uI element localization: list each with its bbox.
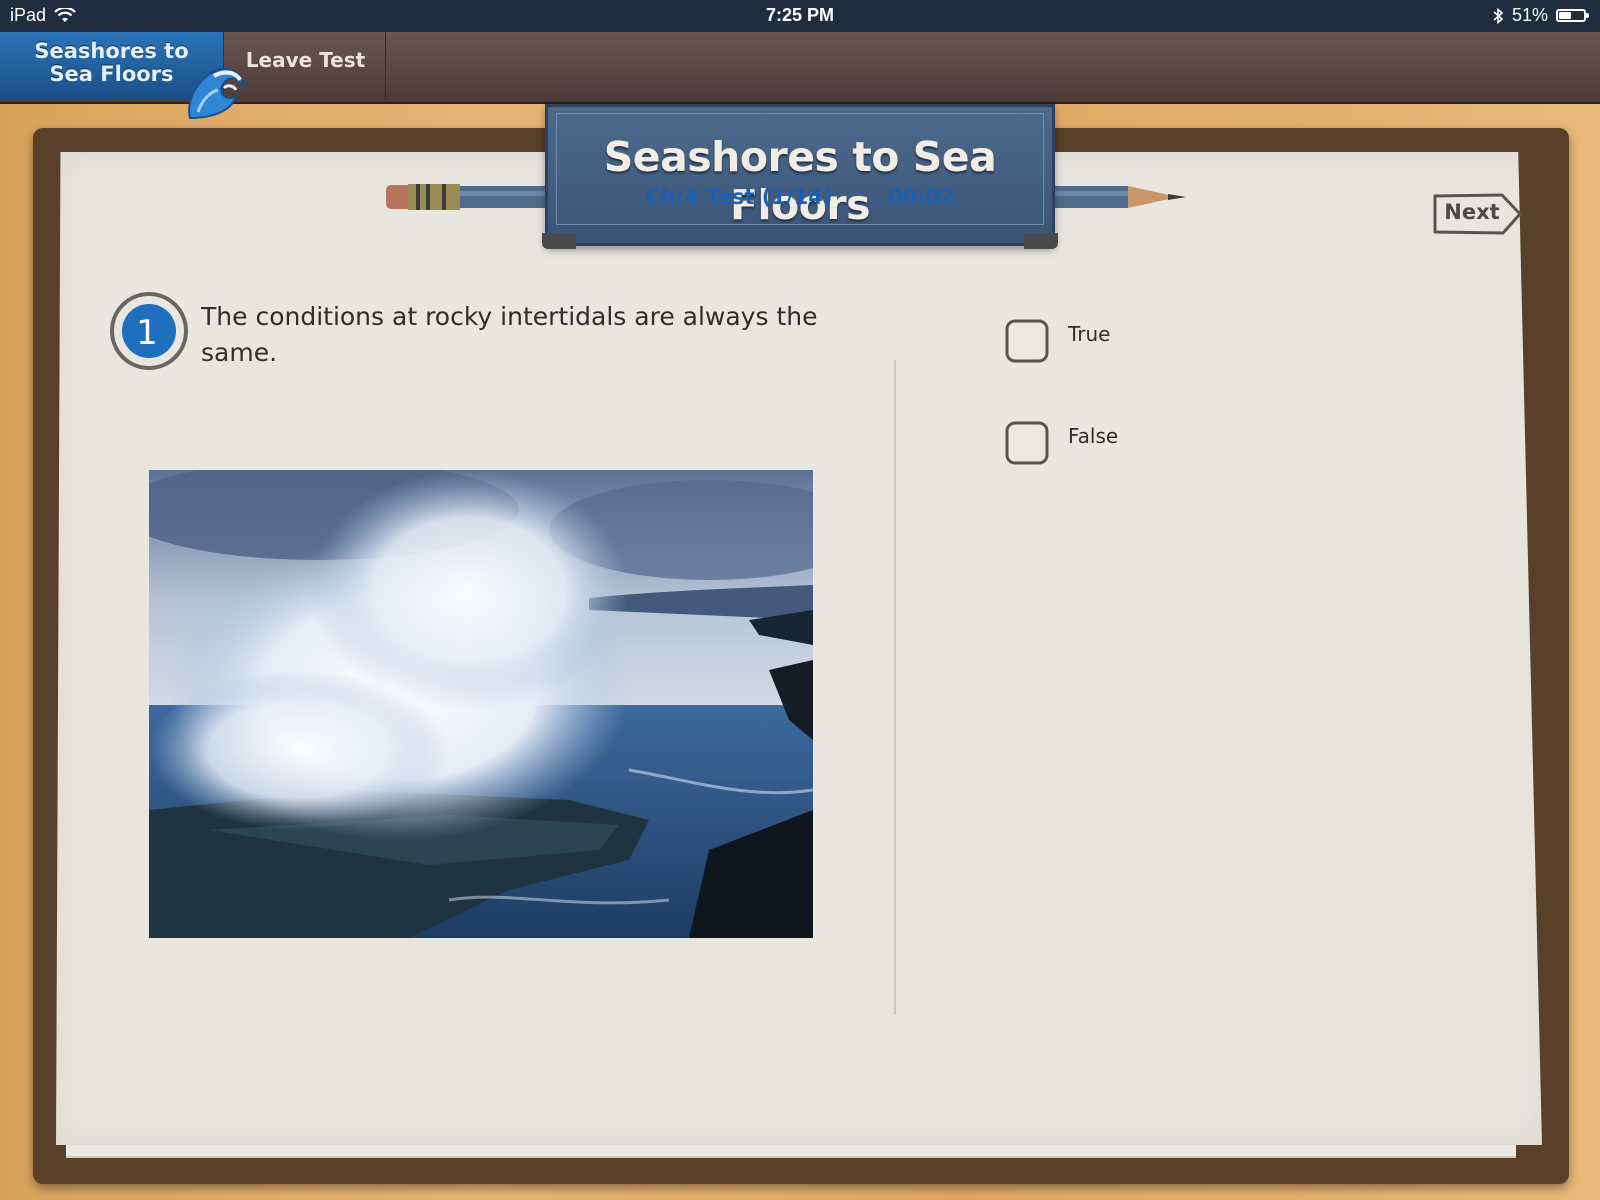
plaque-clip-right (1024, 233, 1058, 249)
home-tab-label: Seashores to Sea Floors (34, 39, 189, 86)
status-time: 7:25 PM (765, 5, 835, 25)
test-timer: 00:02 (887, 185, 955, 209)
plaque-clip-left (542, 233, 576, 249)
checkbox-true[interactable] (1002, 316, 1052, 366)
question-number: 1 (136, 313, 158, 353)
status-bar: iPad 7:25 PM 51% (0, 0, 1600, 32)
next-button[interactable]: Next (1432, 192, 1524, 236)
answer-label-false: False (1068, 424, 1119, 448)
question-number-badge: 1 (108, 290, 190, 372)
question-text: The conditions at rocky intertidals are … (201, 302, 818, 367)
bluetooth-icon (1493, 7, 1504, 24)
checkbox-false[interactable] (1002, 418, 1052, 468)
question-photo (149, 470, 813, 938)
answer-option-true[interactable]: True (1002, 316, 1302, 370)
answer-option-false[interactable]: False (1002, 418, 1302, 472)
test-info: Ch:4 Test (1/14) 00:02 (548, 185, 1052, 209)
answer-label-true: True (1068, 322, 1111, 346)
column-divider (894, 360, 896, 1015)
test-title: Seashores to Sea Floors (603, 133, 997, 229)
leave-test-button[interactable]: Leave Test (226, 32, 386, 100)
battery-percent: 51% (1511, 5, 1548, 25)
test-progress: Ch:4 Test (1/14) (645, 185, 833, 209)
next-label: Next (1444, 200, 1500, 224)
battery-icon (1556, 9, 1589, 22)
wave-logo-icon (188, 68, 244, 120)
title-plaque: Seashores to Sea Floors Ch:4 Test (1/14)… (542, 104, 1058, 249)
